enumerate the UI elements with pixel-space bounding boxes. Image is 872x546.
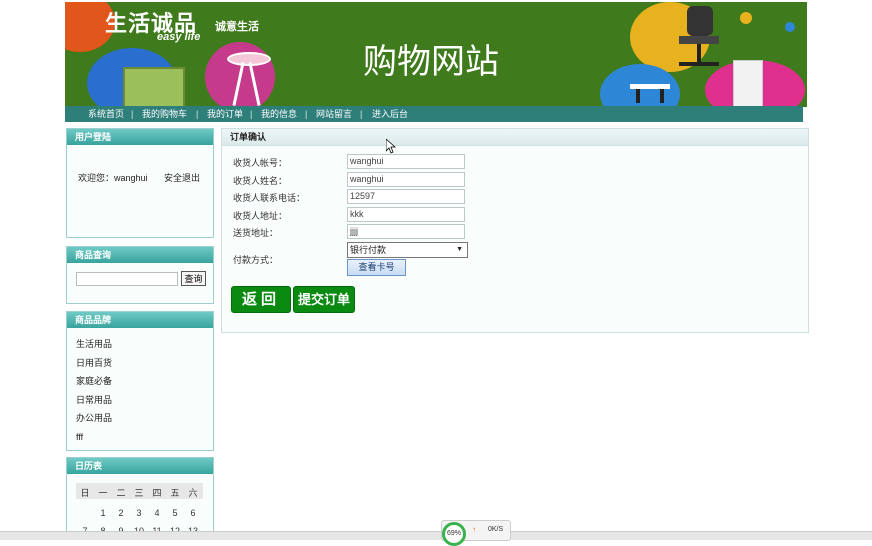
mouse-cursor-icon	[386, 139, 396, 154]
nav-separator: |	[360, 109, 363, 119]
order-confirm-panel: 订单确认 收货人帐号： wanghui 收货人姓名： wanghui 收货人联系…	[221, 128, 809, 333]
delivery-address-label: 送货地址：	[233, 228, 279, 238]
submit-order-button[interactable]: 提交订单	[293, 286, 355, 313]
network-speed-widget: 69% ↑ 0K/S	[441, 520, 511, 546]
calendar-day[interactable]: 5	[166, 508, 184, 518]
phone-label: 收货人联系电话：	[233, 193, 306, 203]
address-field[interactable]: kkk	[347, 207, 465, 222]
payment-select[interactable]: 银行付款 ▼	[347, 242, 468, 258]
site-banner: 生活诚品 诚意生活 easy life 购物网站	[65, 2, 807, 107]
weekday-label: 六	[188, 488, 198, 498]
search-input[interactable]	[76, 272, 178, 286]
shoe-rack-image	[123, 67, 185, 107]
cpu-gauge: 69%	[442, 522, 466, 546]
login-panel-title: 用户登陆	[67, 129, 213, 145]
nav-separator: |	[196, 109, 199, 119]
brand-item[interactable]: fff	[76, 430, 112, 449]
dropdown-arrow-icon: ▼	[456, 246, 463, 253]
account-field[interactable]: wanghui	[347, 154, 465, 169]
search-panel-title: 商品查询	[67, 247, 213, 263]
nav-orders[interactable]: 我的订单	[207, 106, 243, 122]
weekday-label: 日	[80, 488, 90, 498]
stool-image	[227, 52, 271, 107]
nav-home[interactable]: 系统首页	[88, 106, 124, 122]
weekday-label: 四	[152, 488, 162, 498]
calendar-panel: 日历表 日 一 二 三 四 五 六 1 2 3 4 5 6 7 8 9 10 1…	[66, 457, 214, 539]
weekday-label: 一	[98, 488, 108, 498]
brand-item[interactable]: 家庭必备	[76, 374, 112, 393]
view-card-button[interactable]: 查看卡号	[347, 259, 406, 276]
brand-item[interactable]: 日用百货	[76, 356, 112, 375]
nav-admin[interactable]: 进入后台	[372, 106, 408, 122]
name-field[interactable]: wanghui	[347, 172, 465, 187]
name-label: 收货人姓名：	[233, 176, 288, 186]
brand-item[interactable]: 办公用品	[76, 411, 112, 430]
search-panel: 商品查询 查询	[66, 246, 214, 304]
logout-link[interactable]: 安全退出	[164, 171, 200, 184]
calendar-day[interactable]: 1	[94, 508, 112, 518]
address-label: 收货人地址：	[233, 211, 288, 221]
calendar-day[interactable]: 6	[184, 508, 202, 518]
phone-field[interactable]: 12597	[347, 189, 465, 204]
order-confirm-title: 订单确认	[222, 129, 808, 146]
brand-item[interactable]: 日常用品	[76, 393, 112, 412]
nav-messages[interactable]: 网站留言	[316, 106, 352, 122]
nav-separator: |	[250, 109, 253, 119]
calendar-weekday-row: 日 一 二 三 四 五 六	[76, 483, 203, 499]
nav-separator: |	[305, 109, 308, 119]
account-label: 收货人帐号：	[233, 158, 288, 168]
brands-panel-title: 商品品牌	[67, 312, 213, 328]
calendar-day[interactable]: 4	[148, 508, 166, 518]
brands-panel: 商品品牌 生活用品 日用百货 家庭必备 日常用品 办公用品 fff	[66, 311, 214, 451]
nav-separator: |	[131, 109, 134, 119]
weekday-label: 五	[170, 488, 180, 498]
upload-arrow-icon: ↑	[472, 525, 476, 534]
brand-item[interactable]: 生活用品	[76, 337, 112, 356]
weekday-label: 三	[134, 488, 144, 498]
nav-my-info[interactable]: 我的信息	[261, 106, 297, 122]
calendar-day[interactable]: 2	[112, 508, 130, 518]
back-button[interactable]: 返回	[231, 286, 291, 313]
brand-tagline: 诚意生活	[215, 21, 259, 33]
login-panel: 用户登陆 欢迎您：wanghui 安全退出	[66, 128, 214, 238]
calendar-panel-title: 日历表	[67, 458, 213, 474]
nav-cart[interactable]: 我的购物车	[142, 106, 187, 122]
payment-label: 付款方式：	[233, 255, 279, 265]
shelf-image	[733, 60, 763, 107]
weekday-label: 二	[116, 488, 126, 498]
main-nav: 系统首页 | 我的购物车 | 我的订单 | 我的信息 | 网站留言 | 进入后台	[65, 106, 803, 122]
brand-english: easy life	[157, 31, 201, 43]
office-chair-image	[673, 6, 723, 74]
table-image	[630, 84, 670, 104]
welcome-text: 欢迎您：wanghui	[78, 173, 148, 183]
site-title: 购物网站	[363, 42, 499, 82]
network-speed-value: 0K/S	[488, 526, 504, 533]
calendar-day[interactable]: 3	[130, 508, 148, 518]
search-button[interactable]: 查询	[181, 271, 206, 286]
brand-list: 生活用品 日用百货 家庭必备 日常用品 办公用品 fff	[76, 337, 112, 448]
delivery-address-field[interactable]: jjjj	[347, 224, 465, 239]
payment-selected-value: 银行付款	[350, 245, 387, 255]
